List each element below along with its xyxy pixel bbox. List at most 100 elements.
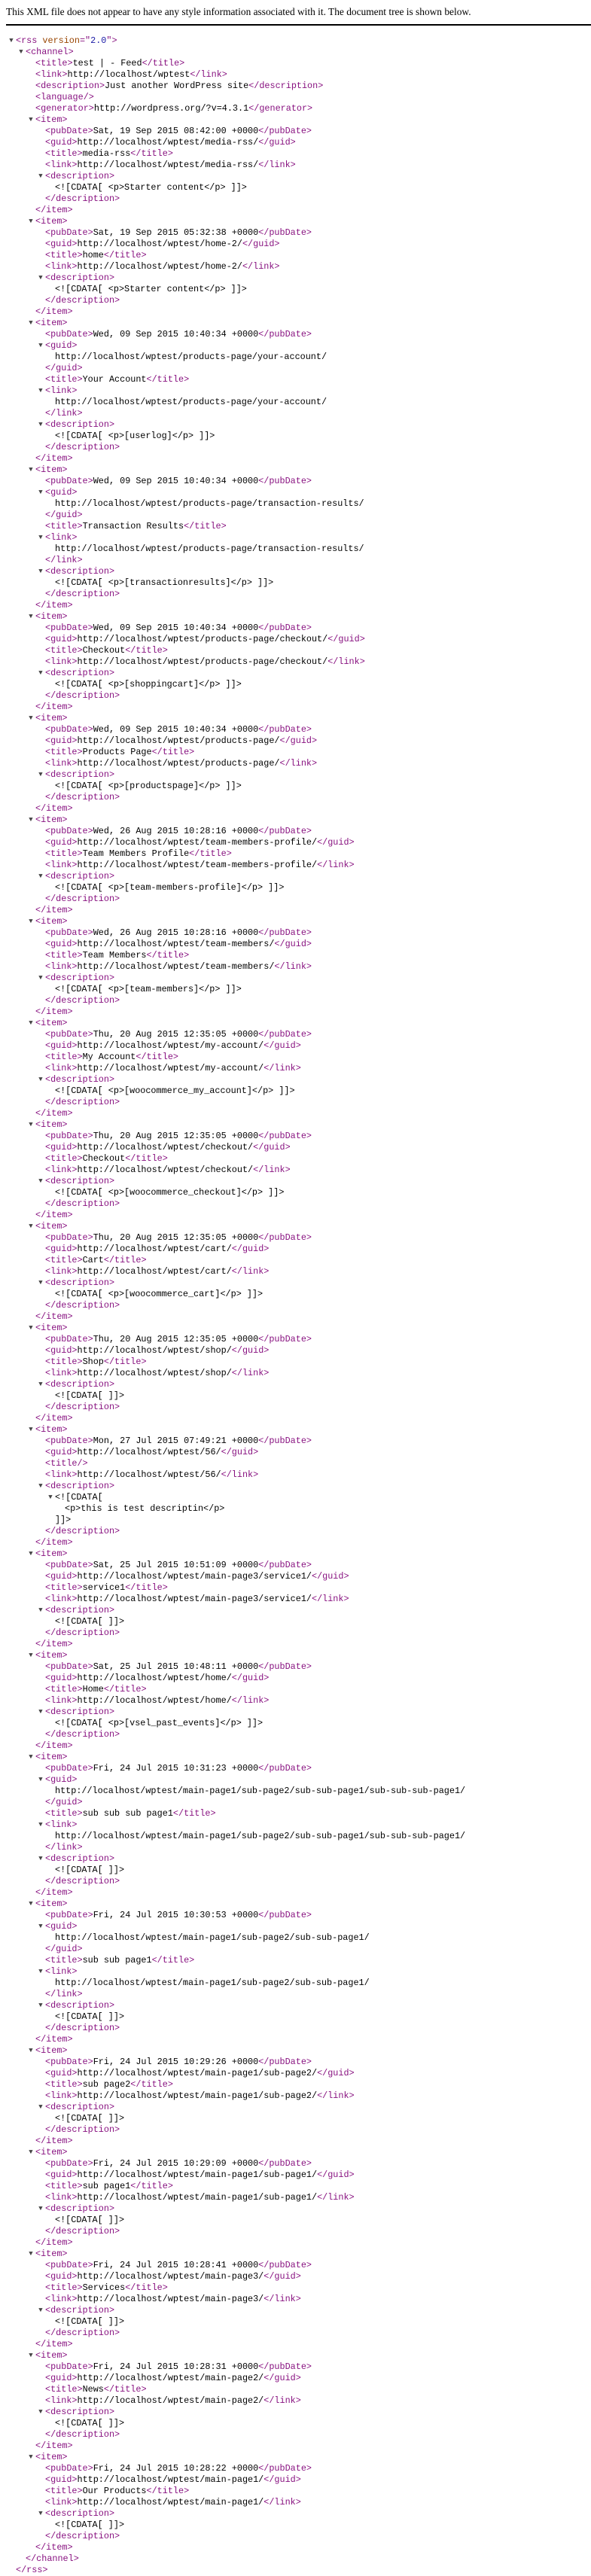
collapse-triangle-icon[interactable]: ▼: [37, 2203, 44, 2215]
collapse-triangle-icon[interactable]: ▼: [27, 1323, 35, 1334]
xml-tag: </guid>: [311, 1571, 349, 1582]
item-pubdate-value: Wed, 09 Sep 2015 10:40:34 +0000: [93, 724, 259, 735]
collapse-triangle-icon[interactable]: ▼: [27, 2045, 35, 2057]
collapse-triangle-icon[interactable]: ▼: [37, 1921, 44, 1932]
xml-tag: </item>: [35, 1311, 73, 1322]
collapse-triangle-icon[interactable]: ▼: [27, 2249, 35, 2260]
item-title: <title>Your Account</title>: [0, 374, 591, 385]
collapse-triangle-icon[interactable]: ▼: [27, 1548, 35, 1560]
collapse-triangle-icon[interactable]: ▼: [37, 385, 44, 397]
item-open-line: ▼ <item>: [0, 464, 591, 476]
collapse-triangle-icon[interactable]: ▼: [37, 487, 44, 498]
xml-tag: <description>: [45, 1481, 115, 1491]
collapse-triangle-icon[interactable]: ▼: [27, 2147, 35, 2158]
item-guid: <guid>http://localhost/wptest/main-page1…: [0, 2068, 591, 2079]
collapse-triangle-icon[interactable]: ▼: [37, 2000, 44, 2011]
item-title: <title>Checkout</title>: [0, 1153, 591, 1165]
xml-tag: </description>: [45, 1876, 120, 1886]
xml-tag: </description>: [45, 1300, 120, 1311]
xml-tag: <pubDate>: [45, 1560, 93, 1570]
xml-tag: </guid>: [264, 1040, 301, 1051]
collapse-triangle-icon[interactable]: ▼: [27, 916, 35, 927]
collapse-triangle-icon[interactable]: ▼: [37, 1277, 44, 1289]
xml-tag: </guid>: [327, 634, 365, 644]
xml-tag: <pubDate>: [45, 2158, 93, 2169]
item-tag: <item>: [35, 2147, 68, 2157]
xml-tag: </link>: [279, 758, 318, 769]
item-guid-value: http://localhost/wptest/main-page1/sub-p…: [55, 1786, 466, 1796]
xml-tag: </item>: [35, 1006, 73, 1017]
item-guid-value: http://localhost/wptest/products-page/tr…: [55, 498, 364, 509]
xml-tag: </item>: [35, 2034, 73, 2045]
xml-tag: </link>: [317, 2192, 355, 2203]
collapse-triangle-icon[interactable]: ▼: [37, 1853, 44, 1865]
item-guid: <guid>http://localhost/wptest/media-rss/…: [0, 137, 591, 148]
collapse-triangle-icon[interactable]: ▼: [37, 2305, 44, 2316]
xml-tag: </item>: [35, 1740, 73, 1751]
collapse-triangle-icon[interactable]: ▼: [8, 35, 15, 47]
collapse-triangle-icon[interactable]: ▼: [37, 1176, 44, 1187]
xml-tag: </title>: [103, 2384, 147, 2395]
collapse-triangle-icon[interactable]: ▼: [27, 1018, 35, 1029]
collapse-triangle-icon[interactable]: ▼: [27, 464, 35, 476]
item-description-close: </description>: [0, 2429, 591, 2441]
collapse-triangle-icon[interactable]: ▼: [37, 769, 44, 781]
collapse-triangle-icon[interactable]: ▼: [27, 1650, 35, 1661]
collapse-triangle-icon[interactable]: ▼: [27, 611, 35, 623]
collapse-triangle-icon[interactable]: ▼: [27, 713, 35, 724]
collapse-triangle-icon[interactable]: ▼: [27, 216, 35, 227]
item-link: <link>http://localhost/wptest/cart/</lin…: [0, 1266, 591, 1277]
collapse-triangle-icon[interactable]: ▼: [37, 2102, 44, 2113]
collapse-triangle-icon[interactable]: ▼: [27, 1119, 35, 1131]
item-link-value-line: http://localhost/wptest/products-page/yo…: [0, 397, 591, 408]
collapse-triangle-icon[interactable]: ▼: [27, 1899, 35, 1910]
collapse-triangle-icon[interactable]: ▼: [37, 1379, 44, 1390]
xml-tag: <description>: [45, 171, 115, 181]
collapse-triangle-icon[interactable]: ▼: [27, 318, 35, 329]
item-open-line: ▼ <item>: [0, 815, 591, 826]
item-title-value: Services: [82, 2282, 126, 2293]
collapse-triangle-icon[interactable]: ▼: [27, 2452, 35, 2463]
collapse-triangle-icon[interactable]: ▼: [37, 1819, 44, 1831]
xml-tag: </pubDate>: [258, 1910, 312, 1920]
collapse-triangle-icon[interactable]: ▼: [37, 668, 44, 679]
xml-tag: </description>: [45, 2023, 120, 2033]
xml-tag: <pubDate>: [45, 2361, 93, 2372]
xml-tag: </description>: [45, 2531, 120, 2541]
item-guid-value: http://localhost/wptest/home-2/: [77, 239, 242, 249]
collapse-triangle-icon[interactable]: ▼: [37, 273, 44, 284]
collapse-triangle-icon[interactable]: ▼: [37, 1966, 44, 1978]
xml-tag: </title>: [151, 747, 195, 757]
collapse-triangle-icon[interactable]: ▼: [37, 1707, 44, 1718]
collapse-triangle-icon[interactable]: ▼: [27, 2350, 35, 2361]
collapse-triangle-icon[interactable]: ▼: [37, 340, 44, 352]
item-guid-open: ▼ <guid>: [0, 340, 591, 352]
collapse-triangle-icon[interactable]: ▼: [27, 815, 35, 826]
item-link: <link>http://localhost/wptest/my-account…: [0, 1063, 591, 1074]
collapse-triangle-icon[interactable]: ▼: [37, 2508, 44, 2520]
collapse-triangle-icon[interactable]: ▼: [37, 532, 44, 544]
collapse-triangle-icon[interactable]: ▼: [27, 1221, 35, 1232]
collapse-triangle-icon[interactable]: ▼: [37, 1605, 44, 1616]
item-close-line: </item>: [0, 1210, 591, 1221]
xml-tag: </item>: [35, 1413, 73, 1423]
collapse-triangle-icon[interactable]: ▼: [27, 114, 35, 126]
collapse-triangle-icon[interactable]: ▼: [37, 419, 44, 431]
collapse-triangle-icon[interactable]: ▼: [37, 2407, 44, 2418]
collapse-triangle-icon[interactable]: ▼: [27, 1752, 35, 1763]
collapse-triangle-icon[interactable]: ▼: [37, 871, 44, 882]
item-close-line: </item>: [0, 2034, 591, 2045]
collapse-triangle-icon[interactable]: ▼: [37, 973, 44, 984]
collapse-triangle-icon[interactable]: ▼: [37, 1481, 44, 1492]
item-link-value: http://localhost/wptest/main-page1/sub-p…: [77, 2192, 318, 2203]
item-close-line: </item>: [0, 1311, 591, 1323]
collapse-triangle-icon[interactable]: ▼: [37, 171, 44, 182]
collapse-triangle-icon[interactable]: ▼: [47, 1492, 54, 1503]
collapse-triangle-icon[interactable]: ▼: [37, 566, 44, 577]
collapse-triangle-icon[interactable]: ▼: [17, 47, 25, 58]
item-title: <title>home</title>: [0, 250, 591, 261]
collapse-triangle-icon[interactable]: ▼: [37, 1774, 44, 1786]
collapse-triangle-icon[interactable]: ▼: [37, 1074, 44, 1086]
item-close-line: </item>: [0, 2136, 591, 2147]
collapse-triangle-icon[interactable]: ▼: [27, 1424, 35, 1436]
